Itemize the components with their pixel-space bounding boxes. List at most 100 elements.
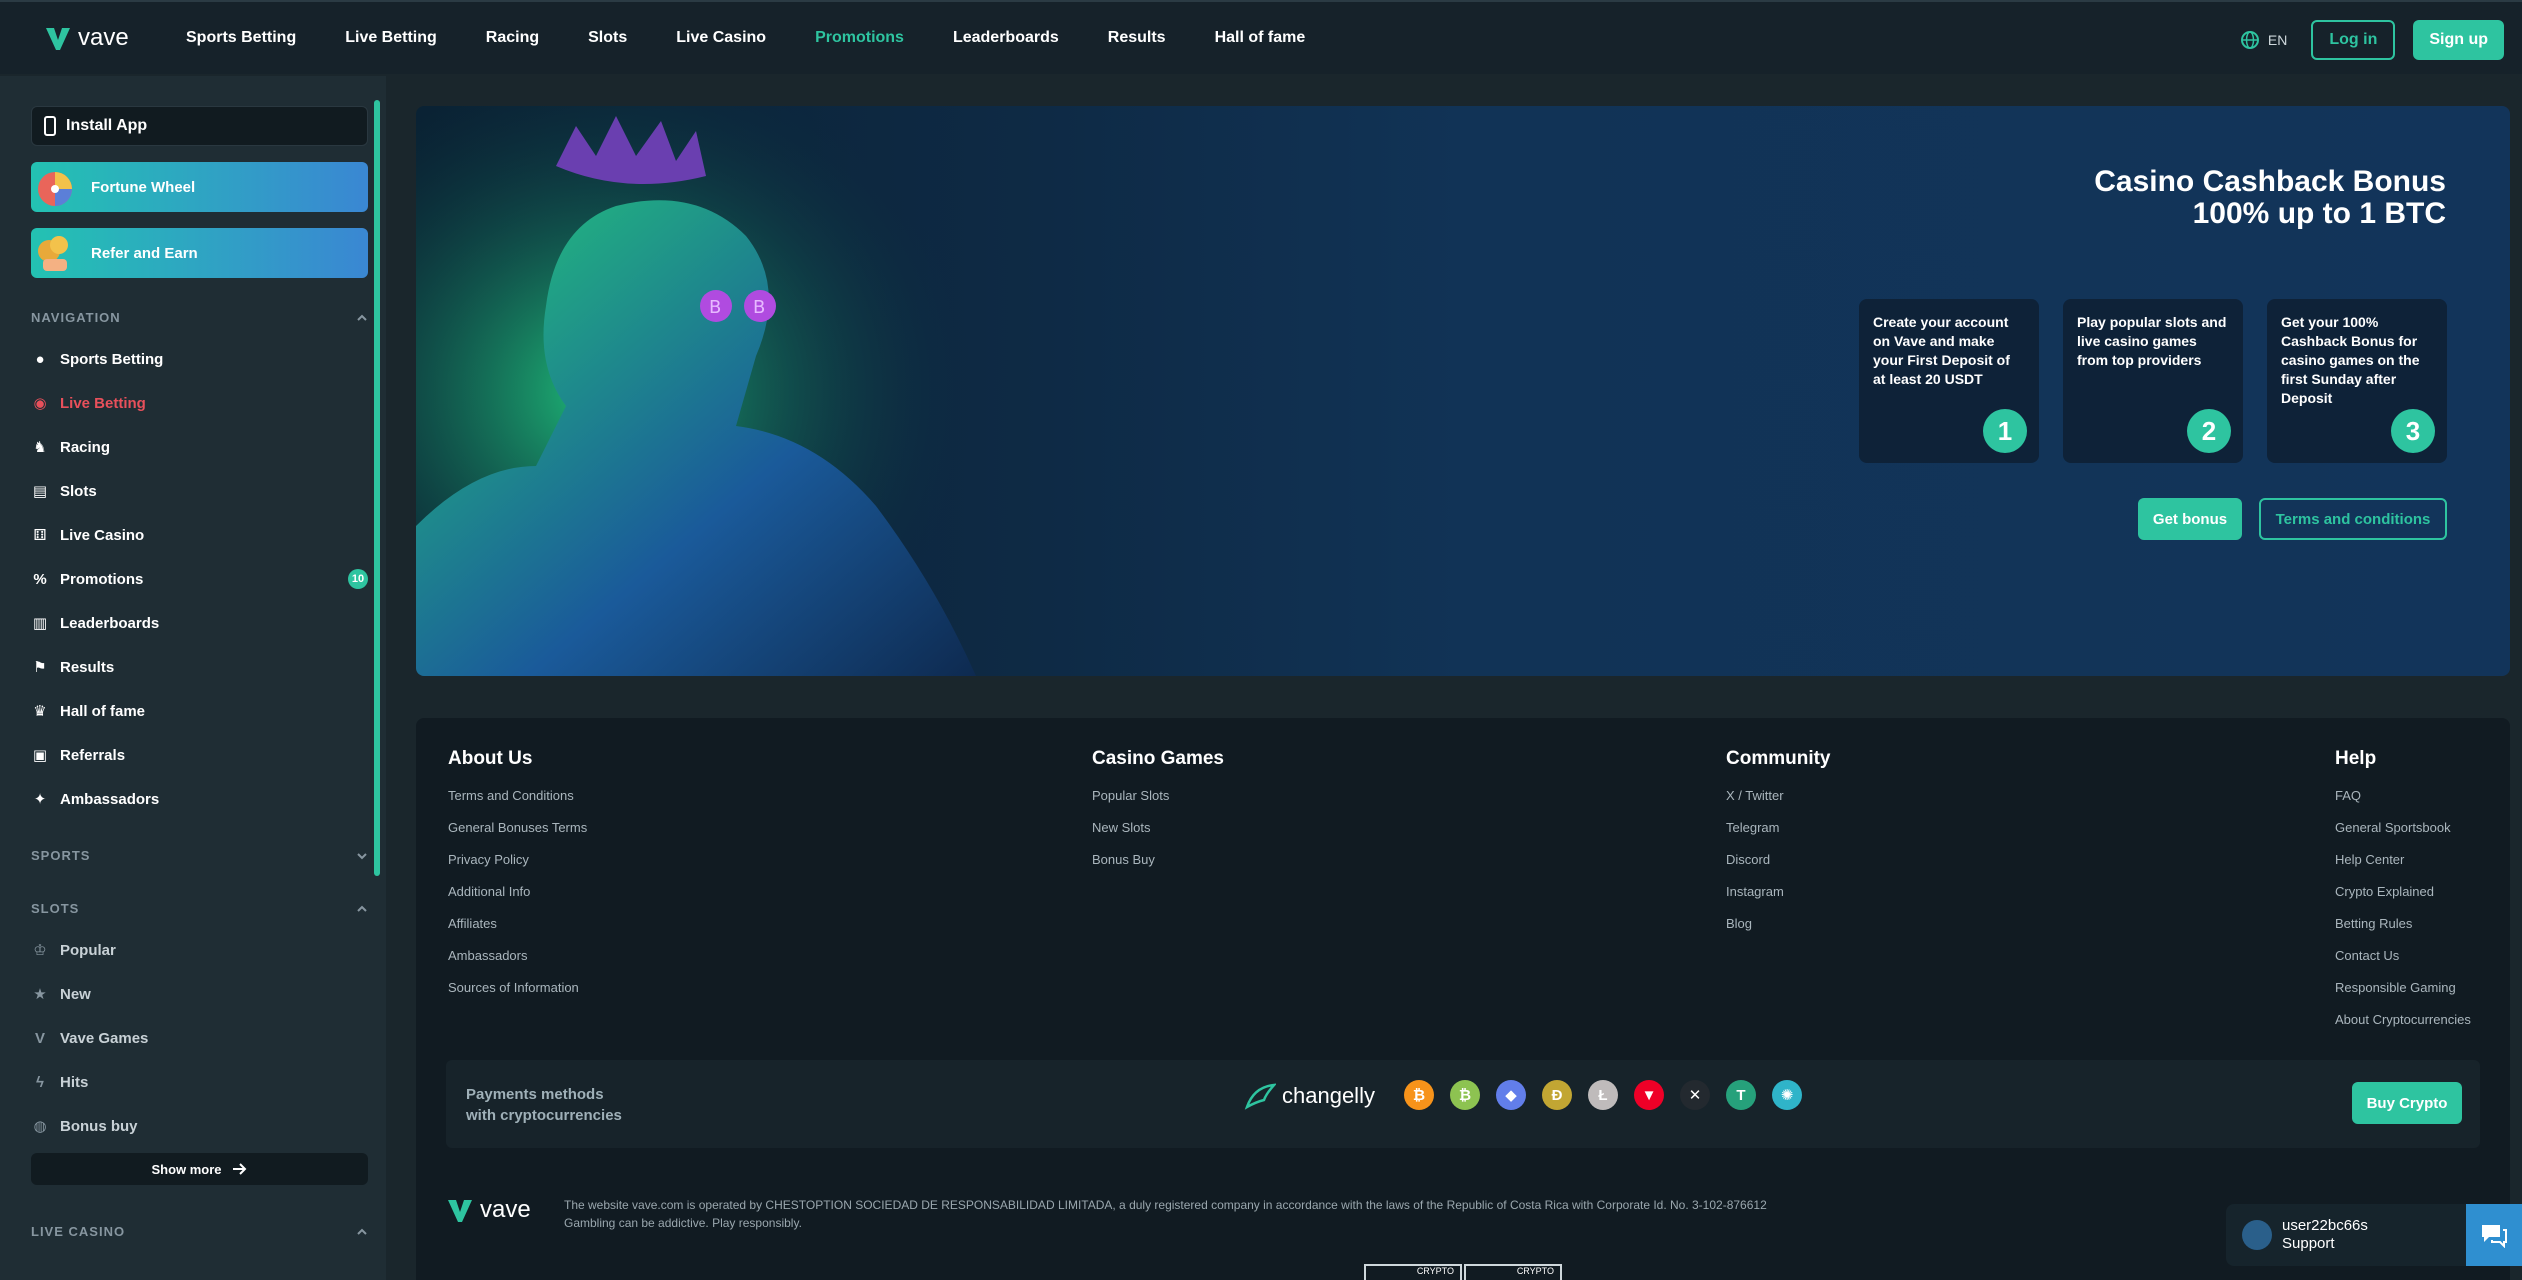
sidebar-item-live-casino[interactable]: ⚅ Live Casino <box>31 520 368 550</box>
nav-leaderboards[interactable]: Leaderboards <box>953 29 1059 47</box>
phone-icon <box>44 116 56 136</box>
chevron-up-icon <box>357 314 367 321</box>
sidebar-item-racing[interactable]: ♞ Racing <box>31 432 368 462</box>
support-widget[interactable]: user22bc66s Support <box>2226 1204 2522 1266</box>
footer-link[interactable]: Discord <box>1726 852 1831 884</box>
nav-results[interactable]: Results <box>1108 29 1166 47</box>
show-more-button[interactable]: Show more <box>31 1153 368 1185</box>
chevron-down-icon <box>357 852 367 859</box>
nav-hall-of-fame[interactable]: Hall of fame <box>1215 29 1306 47</box>
chat-button[interactable] <box>2466 1204 2522 1266</box>
language-selector[interactable]: EN <box>2268 32 2287 48</box>
signup-button[interactable]: Sign up <box>2413 20 2504 60</box>
fortune-wheel-button[interactable]: Fortune Wheel <box>31 162 368 212</box>
footer-link[interactable]: Instagram <box>1726 884 1831 916</box>
footer-logo[interactable]: vave <box>446 1196 531 1224</box>
show-more-label: Show more <box>151 1161 222 1177</box>
login-button[interactable]: Log in <box>2311 20 2396 60</box>
footer-link[interactable]: Help Center <box>2335 852 2471 884</box>
footer-link[interactable]: Betting Rules <box>2335 916 2471 948</box>
svg-text:B: B <box>709 297 721 318</box>
sidebar-item-vave-games[interactable]: V Vave Games <box>31 1023 368 1053</box>
crypto-cert-badge[interactable]: CRYPTO <box>1364 1264 1462 1280</box>
sidebar-item-popular[interactable]: ♔ Popular <box>31 935 368 965</box>
sidebar-item-promotions[interactable]: % Promotions 10 <box>31 564 368 594</box>
sidebar-item-results[interactable]: ⚑ Results <box>31 652 368 682</box>
footer-link[interactable]: X / Twitter <box>1726 788 1831 820</box>
gift-icon: ▣ <box>32 747 48 764</box>
litecoin-icon: Ł <box>1588 1080 1618 1110</box>
nav-live-betting[interactable]: Live Betting <box>345 29 437 47</box>
footer-link[interactable]: General Sportsbook <box>2335 820 2471 852</box>
terms-button[interactable]: Terms and conditions <box>2259 498 2447 540</box>
footer-link[interactable]: Affiliates <box>448 916 587 948</box>
avatar <box>2242 1220 2272 1250</box>
footer-link[interactable]: Responsible Gaming <box>2335 980 2471 1012</box>
navigation-section-header[interactable]: NAVIGATION <box>31 310 368 325</box>
star-icon: ★ <box>33 986 47 1003</box>
footer-link[interactable]: General Bonuses Terms <box>448 820 587 852</box>
sidebar-item-label: Ambassadors <box>60 790 160 808</box>
footer-link[interactable]: Sources of Information <box>448 980 587 1012</box>
vave-icon: V <box>34 1029 45 1047</box>
payment-methods-label: Payments methods with cryptocurrencies <box>466 1084 622 1126</box>
logo-text: vave <box>78 24 129 51</box>
footer-link[interactable]: Privacy Policy <box>448 852 587 884</box>
sidebar-item-slots[interactable]: ▤ Slots <box>31 476 368 506</box>
sidebar-item-sports-betting[interactable]: ● Sports Betting <box>31 344 368 374</box>
sidebar-item-new[interactable]: ★ New <box>31 979 368 1009</box>
navigation-title: NAVIGATION <box>31 310 121 325</box>
footer-casino-games: Casino Games Popular Slots New Slots Bon… <box>1092 748 1224 884</box>
refer-earn-button[interactable]: Refer and Earn <box>31 228 368 278</box>
chevron-up-icon <box>357 1228 367 1235</box>
footer-casino-title: Casino Games <box>1092 748 1224 769</box>
footer-link[interactable]: Additional Info <box>448 884 587 916</box>
sidebar-scrollbar[interactable] <box>374 100 380 876</box>
slots-icon: ▤ <box>32 483 48 500</box>
install-app-button[interactable]: Install App <box>31 106 368 146</box>
dice-icon: ⚅ <box>33 527 47 544</box>
step-text: Create your account on Vave and make you… <box>1873 314 2010 387</box>
footer-link[interactable]: FAQ <box>2335 788 2471 820</box>
footer-link[interactable]: About Cryptocurrencies <box>2335 1012 2471 1044</box>
nav-live-casino[interactable]: Live Casino <box>676 29 766 47</box>
sidebar-item-hits[interactable]: ϟ Hits <box>31 1067 368 1097</box>
footer-link[interactable]: Bonus Buy <box>1092 852 1224 884</box>
globe-icon[interactable] <box>2240 30 2260 50</box>
sports-section-header[interactable]: SPORTS <box>31 848 368 863</box>
footer-link[interactable]: Terms and Conditions <box>448 788 587 820</box>
sidebar-item-hall-of-fame[interactable]: ♛ Hall of fame <box>31 696 368 726</box>
live-casino-section-header[interactable]: LIVE CASINO <box>31 1224 368 1239</box>
sidebar-item-ambassadors[interactable]: ✦ Ambassadors <box>31 784 368 814</box>
sidebar-item-bonus-buy[interactable]: ◍ Bonus buy <box>31 1111 368 1141</box>
support-username: user22bc66s <box>2282 1217 2368 1234</box>
nav-sports-betting[interactable]: Sports Betting <box>186 29 296 47</box>
support-label: Support <box>2282 1235 2335 1252</box>
slots-section-header[interactable]: SLOTS <box>31 901 368 916</box>
buy-crypto-button[interactable]: Buy Crypto <box>2352 1082 2462 1124</box>
vave-logo-icon <box>448 1200 472 1222</box>
legal-line-1: The website vave.com is operated by CHES… <box>564 1198 1767 1212</box>
top-nav: Sports Betting Live Betting Racing Slots… <box>186 29 1354 47</box>
footer-link[interactable]: Ambassadors <box>448 948 587 980</box>
vave-logo[interactable]: vave <box>44 24 166 52</box>
sidebar-item-leaderboards[interactable]: ▥ Leaderboards <box>31 608 368 638</box>
xrp-icon: ✕ <box>1680 1080 1710 1110</box>
payment-methods-bar: Payments methods with cryptocurrencies c… <box>446 1060 2480 1148</box>
crypto-cert-badge[interactable]: CRYPTO <box>1464 1264 1562 1280</box>
footer-link[interactable]: New Slots <box>1092 820 1224 852</box>
nav-racing[interactable]: Racing <box>486 29 539 47</box>
footer-link[interactable]: Blog <box>1726 916 1831 948</box>
nav-slots[interactable]: Slots <box>588 29 627 47</box>
footer-link[interactable]: Contact Us <box>2335 948 2471 980</box>
footer-link[interactable]: Telegram <box>1726 820 1831 852</box>
footer-link[interactable]: Crypto Explained <box>2335 884 2471 916</box>
sidebar-item-label: Results <box>60 658 115 676</box>
sidebar-item-referrals[interactable]: ▣ Referrals <box>31 740 368 770</box>
footer-help-title: Help <box>2335 748 2377 769</box>
footer-link[interactable]: Popular Slots <box>1092 788 1224 820</box>
nav-promotions[interactable]: Promotions <box>815 29 904 47</box>
get-bonus-button[interactable]: Get bonus <box>2138 498 2242 540</box>
sidebar-item-live-betting[interactable]: ◉ Live Betting <box>31 388 368 418</box>
sidebar-item-label: Hall of fame <box>60 702 146 720</box>
